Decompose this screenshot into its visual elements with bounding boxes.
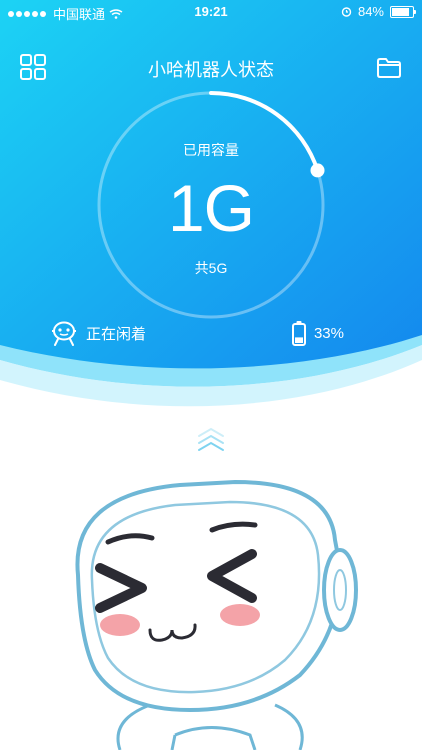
swipe-up-chevrons-icon[interactable]	[196, 426, 226, 456]
total-capacity-label: 共5G	[194, 260, 228, 276]
robot-battery-percent: 33%	[313, 324, 344, 342]
robot-left-cheek	[100, 614, 140, 636]
status-right: 84%	[341, 4, 416, 19]
robot-face-icon	[52, 321, 76, 346]
folder-icon[interactable]	[376, 57, 402, 79]
battery-percentage: 84%	[357, 4, 384, 19]
nav-bar: 小哈机器人状态	[0, 44, 422, 88]
alarm-icon	[341, 7, 352, 17]
robot-illustration	[75, 479, 358, 750]
robot-ear	[322, 548, 358, 632]
status-bar: 中国联通 19:21 84%	[0, 0, 422, 22]
used-capacity-label: 已用容量	[183, 142, 239, 158]
used-capacity-value: 1G	[167, 171, 255, 245]
robot-battery: 33%	[291, 320, 344, 346]
robot-state-text: 正在闲着	[86, 325, 147, 343]
page-title: 小哈机器人状态	[148, 60, 274, 80]
robot-status-screen: 中国联通 19:21 84% 小哈机器人状态 已用容量 1G 共5G 正在闲着 …	[0, 0, 422, 750]
robot-state: 正在闲着	[50, 320, 146, 346]
battery-icon	[291, 321, 306, 346]
robot-right-cheek	[220, 604, 260, 626]
battery-status-icon	[390, 5, 416, 18]
